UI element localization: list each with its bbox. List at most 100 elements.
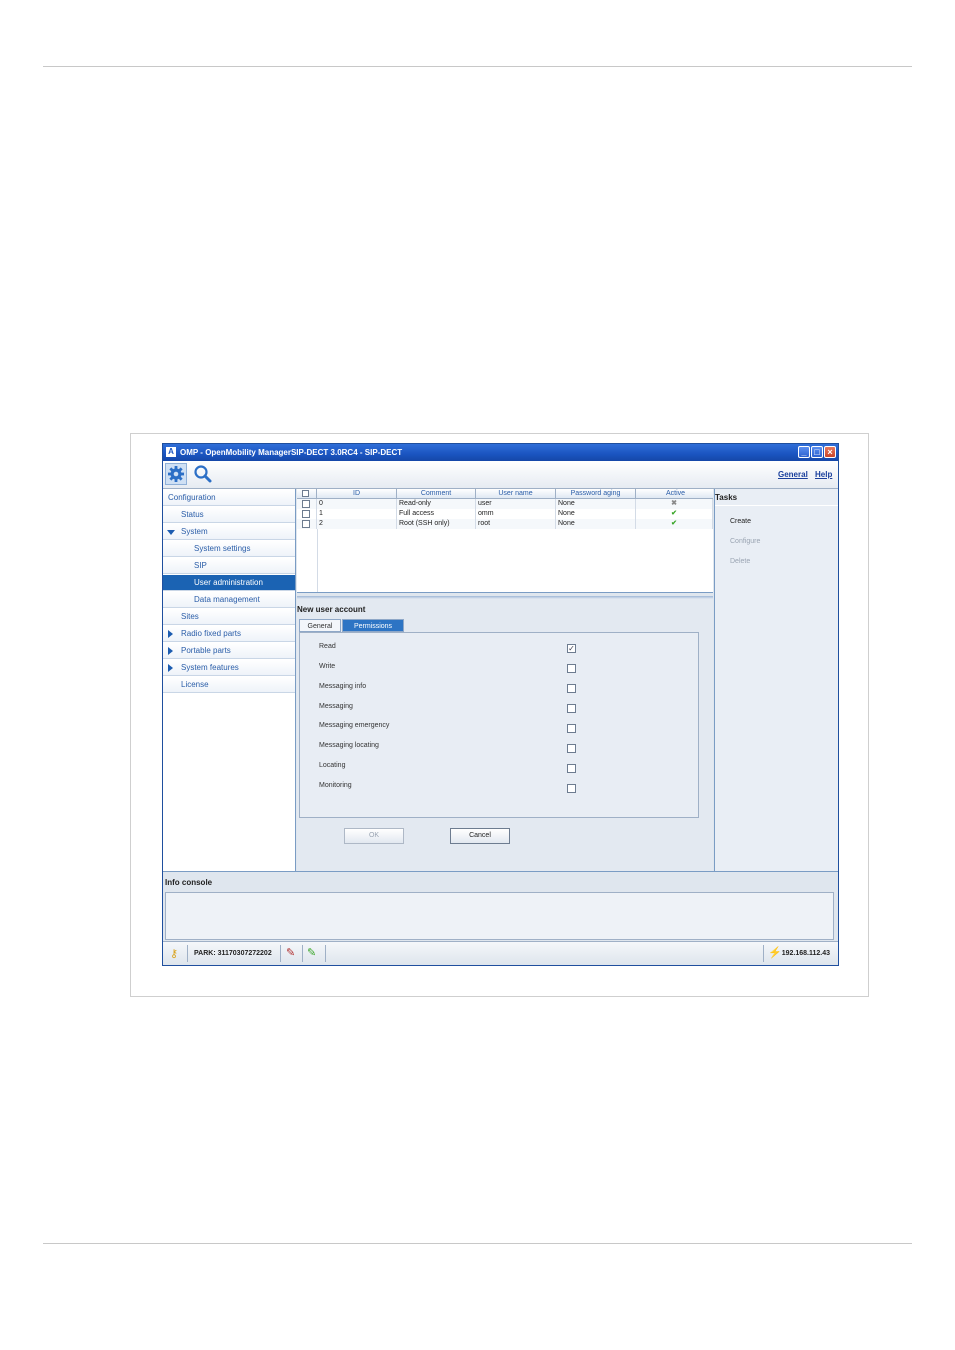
status-separator [302, 945, 303, 962]
disconnected-tool-icon[interactable]: ✎ [286, 946, 295, 959]
cell-user-name: root [476, 519, 556, 529]
table-row[interactable]: 0 Read-only user None ✖ [297, 499, 713, 509]
cell-user-name: user [476, 499, 556, 509]
nav-sip[interactable]: SIP [163, 558, 295, 574]
status-bar: ⚷ PARK: 31170307272202 ✎ ✎ ⚡ 192.168.112… [163, 941, 838, 965]
top-divider [43, 66, 912, 67]
cell-comment: Read-only [397, 499, 476, 509]
permission-checkbox-messaging[interactable] [567, 704, 576, 713]
expanded-arrow-icon [167, 530, 175, 535]
cancel-button[interactable]: Cancel [450, 828, 510, 844]
maximize-button[interactable]: □ [811, 446, 823, 458]
permission-label-read: Read [319, 643, 336, 650]
permission-label-messaging-locating: Messaging locating [319, 742, 379, 749]
tasks-panel: Tasks Create Configure Delete [714, 489, 838, 871]
toolbar: General Help [163, 461, 838, 489]
navigation-tree: Configuration Status System System setti… [163, 489, 296, 871]
row-checkbox[interactable] [302, 520, 310, 528]
permission-label-locating: Locating [319, 762, 346, 769]
nav-user-administration[interactable]: User administration [163, 575, 295, 591]
permission-label-write: Write [319, 663, 336, 670]
nav-label: Status [181, 510, 204, 519]
cell-password-aging: None [556, 519, 636, 529]
permission-checkbox-monitoring[interactable] [567, 784, 576, 793]
nav-system-features[interactable]: System features [163, 660, 295, 676]
inactive-cross-icon: ✖ [671, 500, 677, 507]
nav-sites[interactable]: Sites [163, 609, 295, 625]
info-console-output[interactable] [165, 892, 834, 940]
configuration-mode-button[interactable] [165, 463, 187, 485]
column-header-id[interactable]: ID [317, 489, 397, 498]
table-row[interactable]: 2 Root (SSH only) root None ✔ [297, 519, 713, 529]
collapsed-arrow-icon [168, 664, 173, 672]
tab-permissions[interactable]: Permissions [342, 619, 404, 632]
nav-label: SIP [194, 561, 207, 570]
park-number: PARK: 31170307272202 [194, 950, 272, 957]
column-header-comment[interactable]: Comment [397, 489, 476, 498]
permission-checkbox-messaging-emergency[interactable] [567, 724, 576, 733]
gear-icon [168, 466, 184, 482]
nav-label: Sites [181, 612, 199, 621]
nav-label: System features [181, 663, 239, 672]
permission-label-messaging-info: Messaging info [319, 683, 367, 690]
permission-checkbox-read[interactable]: ✓ [567, 644, 576, 653]
nav-system-settings[interactable]: System settings [163, 541, 295, 557]
column-header-user-name[interactable]: User name [476, 489, 556, 498]
bottom-divider [43, 1243, 912, 1244]
permission-checkbox-locating[interactable] [567, 764, 576, 773]
ok-button[interactable]: OK [344, 828, 404, 844]
nav-system[interactable]: System [163, 524, 295, 540]
users-table: ID Comment User name Password aging Acti… [297, 489, 716, 593]
permission-checkbox-write[interactable] [567, 664, 576, 673]
connected-tool-icon[interactable]: ✎ [307, 946, 316, 959]
nav-portable-parts[interactable]: Portable parts [163, 643, 295, 659]
row-select-cell [297, 519, 317, 529]
cell-id: 2 [317, 519, 397, 529]
connection-plug-icon: ⚡ [768, 947, 782, 959]
permission-label-messaging-emergency: Messaging emergency [319, 722, 390, 729]
nav-status[interactable]: Status [163, 507, 295, 523]
minimize-button[interactable]: _ [798, 446, 810, 458]
cell-comment: Full access [397, 509, 476, 519]
active-check-icon: ✔ [671, 520, 677, 527]
nav-label: System [181, 527, 208, 536]
column-header-active[interactable]: Active [636, 489, 716, 498]
help-link[interactable]: Help [815, 470, 832, 479]
permissions-panel: Read ✓ Write Messaging info Messaging Me… [299, 632, 699, 818]
nav-label: System settings [194, 544, 251, 553]
title-bar[interactable]: A OMP - OpenMobility ManagerSIP-DECT 3.0… [163, 444, 838, 461]
collapsed-arrow-icon [168, 630, 173, 638]
task-create[interactable]: Create [730, 518, 751, 525]
tasks-title: Tasks [715, 493, 738, 502]
row-checkbox[interactable] [302, 510, 310, 518]
permission-checkbox-messaging-locating[interactable] [567, 744, 576, 753]
nav-license[interactable]: License [163, 677, 295, 693]
task-delete[interactable]: Delete [730, 558, 750, 565]
permission-checkbox-messaging-info[interactable] [567, 684, 576, 693]
nav-radio-fixed-parts[interactable]: Radio fixed parts [163, 626, 295, 642]
monitoring-mode-button[interactable] [192, 463, 214, 485]
table-empty-area [317, 529, 318, 592]
tab-general[interactable]: General [299, 619, 341, 632]
row-select-cell [297, 499, 317, 509]
nav-label: User administration [194, 578, 263, 587]
select-all-checkbox[interactable] [302, 490, 309, 497]
general-link[interactable]: General [778, 470, 808, 479]
nav-label: Data management [194, 595, 260, 604]
nav-configuration[interactable]: Configuration [163, 490, 295, 506]
cell-active: ✔ [636, 509, 713, 519]
nav-data-management[interactable]: Data management [163, 592, 295, 608]
task-configure[interactable]: Configure [730, 538, 760, 545]
select-all-header[interactable] [297, 489, 317, 498]
collapsed-arrow-icon [168, 647, 173, 655]
cell-active: ✔ [636, 519, 713, 529]
table-row[interactable]: 1 Full access omm None ✔ [297, 509, 713, 519]
column-header-password-aging[interactable]: Password aging [556, 489, 636, 498]
close-button[interactable]: × [824, 446, 836, 458]
cell-active: ✖ [636, 499, 713, 509]
close-icon: × [827, 447, 833, 457]
app-icon: A [166, 447, 176, 457]
row-checkbox[interactable] [302, 500, 310, 508]
tasks-divider [715, 505, 838, 506]
server-ip-address: 192.168.112.43 [781, 950, 830, 957]
